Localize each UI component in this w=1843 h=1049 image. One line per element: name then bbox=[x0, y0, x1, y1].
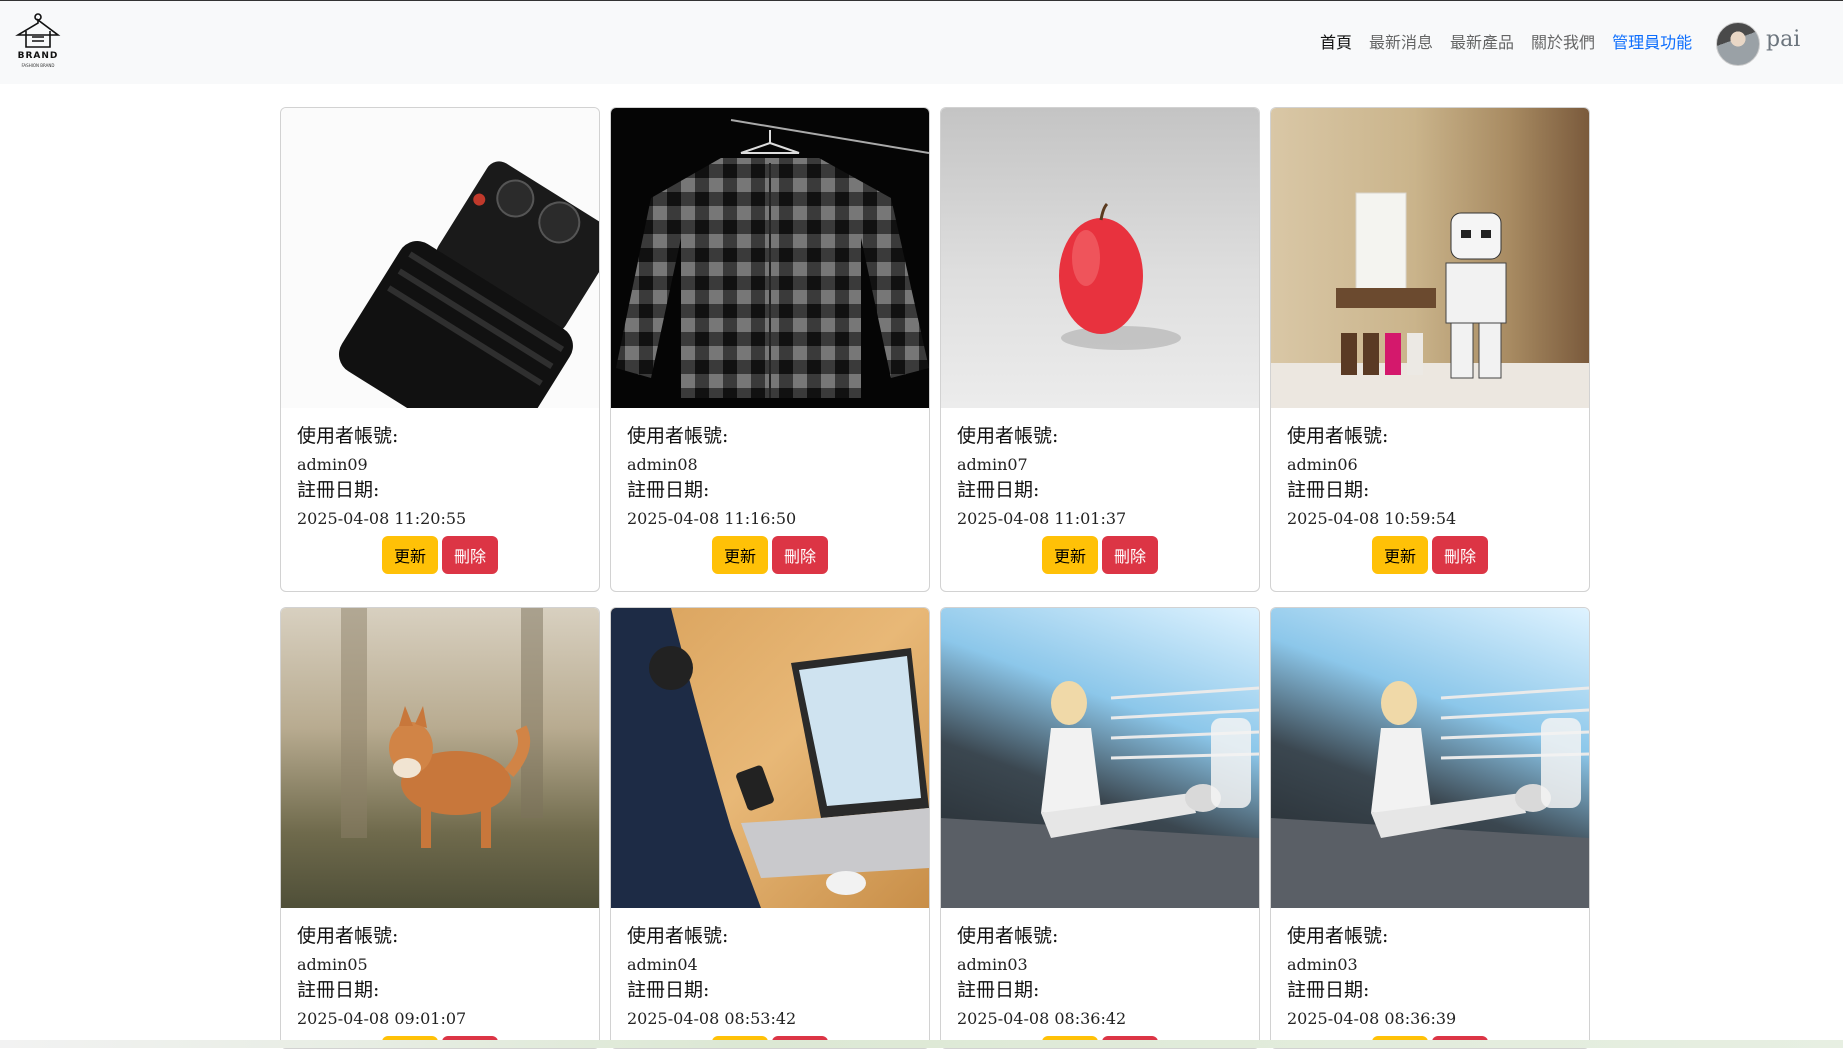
user-card: 使用者帳號: admin07 註冊日期: 2025-04-08 11:01:37… bbox=[940, 107, 1260, 592]
os-taskbar-strip bbox=[0, 1040, 1843, 1048]
date-value: 2025-04-08 08:36:42 bbox=[957, 1009, 1127, 1028]
account-label: 使用者帳號: bbox=[957, 425, 1059, 447]
update-button[interactable]: 更新 bbox=[1371, 536, 1428, 574]
brand-logo[interactable]: BRAND FASHION BRAND bbox=[12, 13, 64, 73]
nav-about[interactable]: 關於我們 bbox=[1531, 29, 1595, 53]
card-body: 使用者帳號: admin04 註冊日期: 2025-04-08 08:53:42… bbox=[611, 908, 929, 1048]
account-value: admin03 bbox=[957, 955, 1028, 974]
user-card: 使用者帳號: admin09 註冊日期: 2025-04-08 11:20:55… bbox=[280, 107, 600, 592]
brand-tagline: FASHION BRAND bbox=[21, 63, 55, 68]
user-card: 使用者帳號: admin08 註冊日期: 2025-04-08 11:16:50… bbox=[610, 107, 930, 592]
delete-button[interactable]: 刪除 bbox=[442, 536, 499, 574]
user-card: 使用者帳號: admin03 註冊日期: 2025-04-08 08:36:42… bbox=[940, 607, 1260, 1049]
update-button[interactable]: 更新 bbox=[1041, 536, 1098, 574]
account-value: admin05 bbox=[297, 955, 368, 974]
delete-button[interactable]: 刪除 bbox=[772, 536, 829, 574]
date-value: 2025-04-08 10:59:54 bbox=[1287, 509, 1457, 528]
user-card: 使用者帳號: admin06 註冊日期: 2025-04-08 10:59:54… bbox=[1270, 107, 1590, 592]
shiba-dog-photo bbox=[341, 608, 543, 848]
apple-photo bbox=[1059, 202, 1181, 350]
date-label: 註冊日期: bbox=[297, 979, 380, 1001]
fitness-stretch-photo bbox=[1271, 681, 1589, 908]
username[interactable]: pai bbox=[1766, 27, 1800, 52]
date-value: 2025-04-08 11:20:55 bbox=[297, 509, 467, 528]
card-actions: 更新 刪除 bbox=[941, 536, 1259, 574]
date-value: 2025-04-08 08:53:42 bbox=[627, 1009, 797, 1028]
hanger-shirt-icon bbox=[15, 13, 61, 48]
card-body: 使用者帳號: admin03 註冊日期: 2025-04-08 08:36:39… bbox=[1271, 908, 1589, 1048]
date-label: 註冊日期: bbox=[957, 479, 1040, 501]
account-label: 使用者帳號: bbox=[627, 925, 729, 947]
card-image bbox=[281, 608, 599, 908]
card-image bbox=[1271, 608, 1589, 908]
account-label: 使用者帳號: bbox=[297, 925, 399, 947]
card-image bbox=[941, 108, 1259, 408]
nav-products[interactable]: 最新產品 bbox=[1450, 29, 1514, 53]
date-value: 2025-04-08 11:16:50 bbox=[627, 509, 797, 528]
delete-button[interactable]: 刪除 bbox=[1102, 536, 1159, 574]
card-body: 使用者帳號: admin07 註冊日期: 2025-04-08 11:01:37… bbox=[941, 408, 1259, 574]
account-value: admin07 bbox=[957, 455, 1028, 474]
card-image bbox=[1271, 108, 1589, 408]
card-body: 使用者帳號: admin05 註冊日期: 2025-04-08 09:01:07… bbox=[281, 908, 599, 1048]
nav-news[interactable]: 最新消息 bbox=[1369, 29, 1433, 53]
card-body: 使用者帳號: admin06 註冊日期: 2025-04-08 10:59:54… bbox=[1271, 408, 1589, 574]
account-value: admin04 bbox=[627, 955, 698, 974]
account-value: admin03 bbox=[1287, 955, 1358, 974]
camera-photo bbox=[338, 161, 599, 408]
card-actions: 更新 刪除 bbox=[1271, 536, 1589, 574]
account-value: admin09 bbox=[297, 455, 368, 474]
card-body: 使用者帳號: admin09 註冊日期: 2025-04-08 11:20:55… bbox=[281, 408, 599, 574]
card-actions: 更新 刪除 bbox=[611, 536, 929, 574]
card-body: 使用者帳號: admin08 註冊日期: 2025-04-08 11:16:50… bbox=[611, 408, 929, 574]
card-image bbox=[281, 108, 599, 408]
lego-stormtrooper-photo bbox=[1271, 192, 1589, 408]
date-label: 註冊日期: bbox=[1287, 979, 1370, 1001]
account-value: admin06 bbox=[1287, 455, 1358, 474]
fitness-stretch-photo bbox=[941, 681, 1259, 908]
date-value: 2025-04-08 09:01:07 bbox=[297, 1009, 467, 1028]
account-value: admin08 bbox=[627, 455, 698, 474]
main-nav: 首頁 最新消息 最新產品 關於我們 管理員功能 bbox=[1320, 29, 1692, 53]
brand-name: BRAND bbox=[17, 51, 59, 61]
date-label: 註冊日期: bbox=[1287, 479, 1370, 501]
user-card: 使用者帳號: admin05 註冊日期: 2025-04-08 09:01:07… bbox=[280, 607, 600, 1049]
account-label: 使用者帳號: bbox=[1287, 925, 1389, 947]
date-label: 註冊日期: bbox=[627, 479, 710, 501]
date-value: 2025-04-08 08:36:39 bbox=[1287, 1009, 1457, 1028]
update-button[interactable]: 更新 bbox=[381, 536, 438, 574]
nav-admin[interactable]: 管理員功能 bbox=[1612, 29, 1692, 53]
account-label: 使用者帳號: bbox=[627, 425, 729, 447]
card-image bbox=[611, 608, 929, 908]
card-actions: 更新 刪除 bbox=[281, 536, 599, 574]
date-label: 註冊日期: bbox=[957, 979, 1040, 1001]
delete-button[interactable]: 刪除 bbox=[1432, 536, 1489, 574]
user-card: 使用者帳號: admin04 註冊日期: 2025-04-08 08:53:42… bbox=[610, 607, 930, 1049]
update-button[interactable]: 更新 bbox=[711, 536, 768, 574]
account-label: 使用者帳號: bbox=[1287, 425, 1389, 447]
date-label: 註冊日期: bbox=[297, 479, 380, 501]
card-image bbox=[611, 108, 929, 408]
laptop-desk-photo bbox=[611, 608, 929, 908]
nav-home[interactable]: 首頁 bbox=[1320, 29, 1352, 53]
account-label: 使用者帳號: bbox=[297, 425, 399, 447]
card-body: 使用者帳號: admin03 註冊日期: 2025-04-08 08:36:42… bbox=[941, 908, 1259, 1048]
navbar: BRAND FASHION BRAND 首頁 最新消息 最新產品 關於我們 管理… bbox=[0, 1, 1843, 84]
plaid-shirt-photo bbox=[616, 119, 929, 398]
card-image bbox=[941, 608, 1259, 908]
date-value: 2025-04-08 11:01:37 bbox=[957, 509, 1127, 528]
account-label: 使用者帳號: bbox=[957, 925, 1059, 947]
user-card: 使用者帳號: admin03 註冊日期: 2025-04-08 08:36:39… bbox=[1270, 607, 1590, 1049]
user-avatar[interactable] bbox=[1716, 22, 1760, 66]
date-label: 註冊日期: bbox=[627, 979, 710, 1001]
